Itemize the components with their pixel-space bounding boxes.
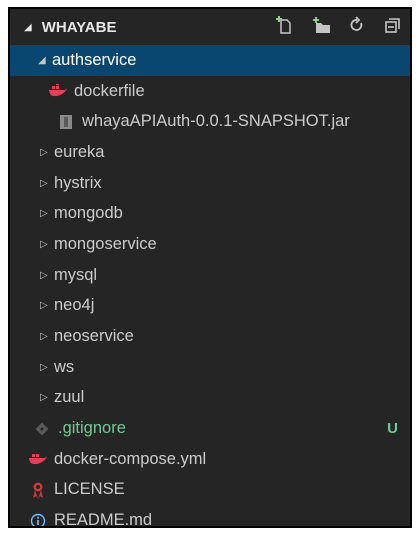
- tree-item-neoservice[interactable]: ▷ neoservice: [10, 321, 410, 352]
- collapsed-twisty-icon: ▷: [40, 300, 48, 312]
- tree-item-label: whayaAPIAuth-0.0.1-SNAPSHOT.jar: [82, 112, 350, 131]
- new-file-icon[interactable]: [276, 15, 294, 35]
- git-icon: [32, 420, 52, 438]
- tree-item-label: dockerfile: [74, 81, 145, 100]
- tree-item-label: hystrix: [54, 173, 102, 192]
- tree-item-label: neoservice: [54, 327, 134, 346]
- explorer-panel: ◢ WHAYABE ◢ authservice dockerfile whaya…: [8, 7, 412, 528]
- tree-item-jar[interactable]: whayaAPIAuth-0.0.1-SNAPSHOT.jar: [10, 106, 410, 137]
- info-icon: [28, 512, 48, 526]
- tree-item-neo4j[interactable]: ▷ neo4j: [10, 291, 410, 322]
- section-title: WHAYABE: [41, 18, 117, 36]
- collapsed-twisty-icon: ▷: [40, 177, 48, 189]
- explorer-actions: [276, 15, 402, 35]
- tree-item-label: authservice: [52, 50, 137, 69]
- collapsed-twisty-icon: ▷: [40, 392, 48, 404]
- collapsed-twisty-icon: ▷: [40, 146, 48, 158]
- tree-item-dockerfile[interactable]: dockerfile: [10, 76, 410, 107]
- tree-item-mongodb[interactable]: ▷ mongodb: [10, 198, 410, 229]
- tree-item-label: LICENSE: [54, 480, 125, 499]
- tree-item-label: ws: [54, 357, 75, 376]
- tree-item-ws[interactable]: ▷ ws: [10, 352, 410, 383]
- tree-item-label: mysql: [54, 265, 98, 284]
- tree-item-gitignore[interactable]: .gitignore U: [10, 413, 410, 444]
- tree-item-label: mongodb: [54, 204, 123, 223]
- collapsed-twisty-icon: ▷: [40, 269, 48, 281]
- tree-item-hystrix[interactable]: ▷ hystrix: [10, 168, 410, 199]
- tree-item-eureka[interactable]: ▷ eureka: [10, 137, 410, 168]
- tree-item-docker-compose[interactable]: docker-compose.yml: [10, 444, 410, 475]
- new-folder-icon[interactable]: [312, 15, 330, 35]
- collapse-all-icon[interactable]: [384, 15, 402, 35]
- expanded-twisty-icon: ◢: [38, 54, 46, 66]
- collapsed-twisty-icon: ▷: [40, 238, 48, 250]
- tree-item-authservice[interactable]: ◢ authservice: [10, 45, 410, 76]
- docker-icon: [28, 450, 48, 468]
- tree-item-label: README.md: [54, 511, 153, 528]
- collapse-section-icon[interactable]: ◢: [24, 22, 32, 33]
- collapsed-twisty-icon: ▷: [40, 208, 48, 220]
- git-status-badge: U: [387, 420, 398, 438]
- tree-item-mysql[interactable]: ▷ mysql: [10, 260, 410, 291]
- docker-icon: [48, 82, 68, 100]
- jar-file-icon: [56, 113, 76, 131]
- tree-item-label: .gitignore: [58, 419, 126, 438]
- collapsed-twisty-icon: ▷: [40, 331, 48, 343]
- tree-item-mongoservice[interactable]: ▷ mongoservice: [10, 229, 410, 260]
- file-tree: ◢ authservice dockerfile whayaAPIAuth-0.…: [10, 45, 410, 528]
- refresh-icon[interactable]: [348, 15, 366, 35]
- license-icon: [28, 481, 48, 499]
- collapsed-twisty-icon: ▷: [40, 361, 48, 373]
- tree-item-label: docker-compose.yml: [54, 449, 207, 468]
- tree-item-readme[interactable]: README.md: [10, 505, 410, 528]
- tree-item-label: zuul: [54, 388, 85, 407]
- tree-item-label: neo4j: [54, 296, 95, 315]
- tree-item-label: mongoservice: [54, 234, 157, 253]
- explorer-section-header[interactable]: ◢ WHAYABE: [10, 9, 410, 45]
- tree-item-license[interactable]: LICENSE: [10, 475, 410, 506]
- tree-item-label: eureka: [54, 142, 105, 161]
- tree-item-zuul[interactable]: ▷ zuul: [10, 383, 410, 414]
